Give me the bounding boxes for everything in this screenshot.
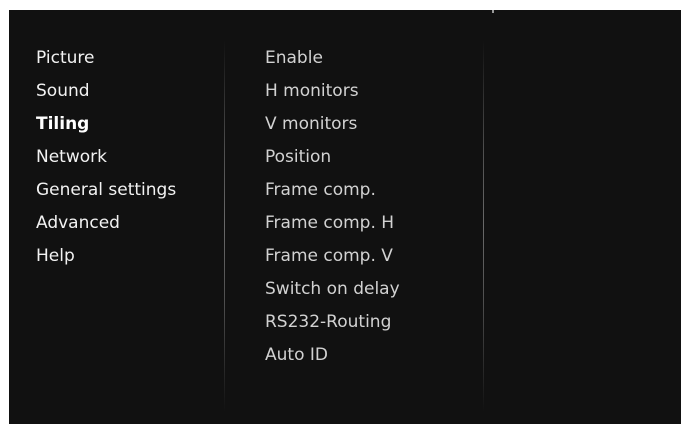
top-tick-mark: [492, 10, 494, 13]
main-menu-item-help[interactable]: Help: [28, 244, 179, 277]
main-menu-item-general-settings[interactable]: General settings: [28, 178, 179, 211]
tiling-item-h-monitors[interactable]: H monitors: [265, 79, 465, 112]
column-divider-left: [224, 40, 225, 412]
main-menu-item-advanced[interactable]: Advanced: [28, 211, 179, 244]
column-divider-right: [483, 40, 484, 412]
tiling-item-frame-comp-v[interactable]: Frame comp. V: [265, 244, 465, 277]
main-menu-item-label: General settings: [36, 180, 177, 200]
osd-menu-panel: Picture Sound Tiling Network General set…: [9, 10, 681, 424]
main-menu-item-label: Network: [36, 147, 107, 167]
main-menu-item-tiling[interactable]: Tiling: [28, 111, 179, 145]
tiling-item-v-monitors[interactable]: V monitors: [265, 112, 465, 145]
main-menu-item-label: Tiling: [36, 114, 90, 134]
tiling-item-enable[interactable]: Enable: [265, 46, 465, 79]
tiling-item-switch-on-delay[interactable]: Switch on delay: [265, 277, 465, 310]
main-menu-item-label: Help: [36, 246, 75, 266]
tiling-item-position[interactable]: Position: [265, 145, 465, 178]
tiling-submenu: Enable H monitors V monitors Position Fr…: [265, 46, 465, 376]
tiling-item-rs232-routing[interactable]: RS232-Routing: [265, 310, 465, 343]
main-menu-item-network[interactable]: Network: [28, 145, 179, 178]
main-menu-item-sound[interactable]: Sound: [28, 79, 179, 112]
tiling-item-frame-comp[interactable]: Frame comp.: [265, 178, 465, 211]
tiling-item-auto-id[interactable]: Auto ID: [265, 343, 465, 376]
main-menu-item-label: Sound: [36, 81, 90, 101]
tiling-item-frame-comp-h[interactable]: Frame comp. H: [265, 211, 465, 244]
main-menu-item-label: Picture: [36, 48, 95, 68]
main-menu: Picture Sound Tiling Network General set…: [28, 46, 179, 277]
main-menu-item-label: Advanced: [36, 213, 120, 233]
main-menu-item-picture[interactable]: Picture: [28, 46, 179, 79]
